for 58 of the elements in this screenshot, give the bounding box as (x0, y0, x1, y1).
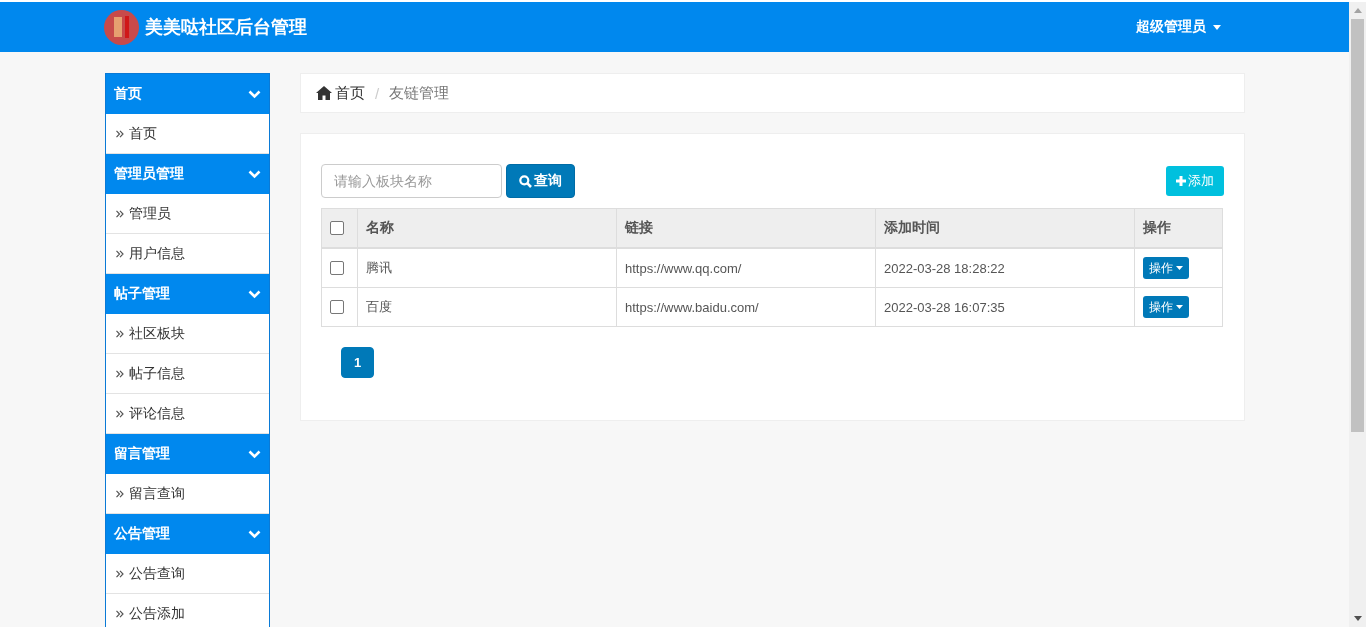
double-chevron-icon (116, 129, 124, 138)
breadcrumb-current: 友链管理 (389, 83, 450, 103)
sidebar-item[interactable]: 帖子信息 (106, 354, 269, 394)
table-cell: 2022-03-28 18:28:22 (875, 248, 1135, 288)
scrollbar[interactable] (1349, 2, 1366, 627)
table-cell: https://www.baidu.com/ (616, 287, 876, 327)
row-checkbox[interactable] (330, 261, 344, 275)
sidebar-group-header[interactable]: 帖子管理 (106, 274, 269, 314)
search-icon (519, 174, 532, 188)
caret-icon (1213, 24, 1221, 30)
double-chevron-icon (116, 489, 124, 498)
site-title[interactable]: 美美哒社区后台管理 (145, 15, 307, 39)
sidebar-group-header[interactable]: 留言管理 (106, 434, 269, 474)
column-header: 操作 (1134, 208, 1223, 248)
table-cell: https://www.qq.com/ (616, 248, 876, 288)
column-header: 添加时间 (875, 208, 1135, 248)
plus-icon (1176, 176, 1186, 186)
sidebar-group-title: 首页 (114, 85, 142, 103)
row-checkbox[interactable] (330, 300, 344, 314)
double-chevron-icon (116, 369, 124, 378)
home-icon (316, 86, 332, 100)
table-cell: 2022-03-28 16:07:35 (875, 287, 1135, 327)
double-chevron-icon (116, 209, 124, 218)
page-button[interactable]: 1 (341, 347, 374, 378)
user-menu[interactable]: 超级管理员 (1136, 18, 1221, 36)
scroll-up-icon (1353, 8, 1362, 13)
scroll-down-icon (1353, 616, 1362, 621)
sidebar-group-title: 留言管理 (114, 445, 170, 463)
action-dropdown-button[interactable]: 操作 (1143, 257, 1189, 279)
sidebar-group-title: 管理员管理 (114, 165, 184, 183)
search-field[interactable]: 请输入板块名称 (321, 164, 502, 198)
column-header: 名称 (357, 208, 617, 248)
double-chevron-icon (116, 329, 124, 338)
sidebar-item[interactable]: 公告添加 (106, 594, 269, 627)
double-chevron-icon (116, 609, 124, 618)
table-cell: 百度 (357, 287, 617, 327)
breadcrumb-separator: / (375, 84, 380, 102)
table-cell: 腾讯 (357, 248, 617, 288)
sidebar-group-header[interactable]: 首页 (106, 74, 269, 114)
column-header: 链接 (616, 208, 876, 248)
sidebar-group-title: 帖子管理 (114, 285, 170, 303)
select-all-checkbox[interactable] (330, 221, 344, 235)
sidebar-group-header[interactable]: 公告管理 (106, 514, 269, 554)
search-button[interactable]: 查询 (506, 164, 575, 198)
sidebar-item[interactable]: 公告查询 (106, 554, 269, 594)
action-dropdown-button[interactable]: 操作 (1143, 296, 1189, 318)
caret-icon (1176, 266, 1183, 270)
double-chevron-icon (116, 409, 124, 418)
double-chevron-icon (116, 569, 124, 578)
sidebar-group-header[interactable]: 管理员管理 (106, 154, 269, 194)
breadcrumb-link[interactable]: 首页 (316, 83, 365, 103)
sidebar-group-title: 公告管理 (114, 525, 170, 543)
double-chevron-icon (116, 249, 124, 258)
sidebar-item[interactable]: 管理员 (106, 194, 269, 234)
scrollbar-thumb[interactable] (1351, 19, 1364, 432)
logo-icon (104, 9, 139, 45)
sidebar-item[interactable]: 社区板块 (106, 314, 269, 354)
caret-icon (1176, 305, 1183, 309)
